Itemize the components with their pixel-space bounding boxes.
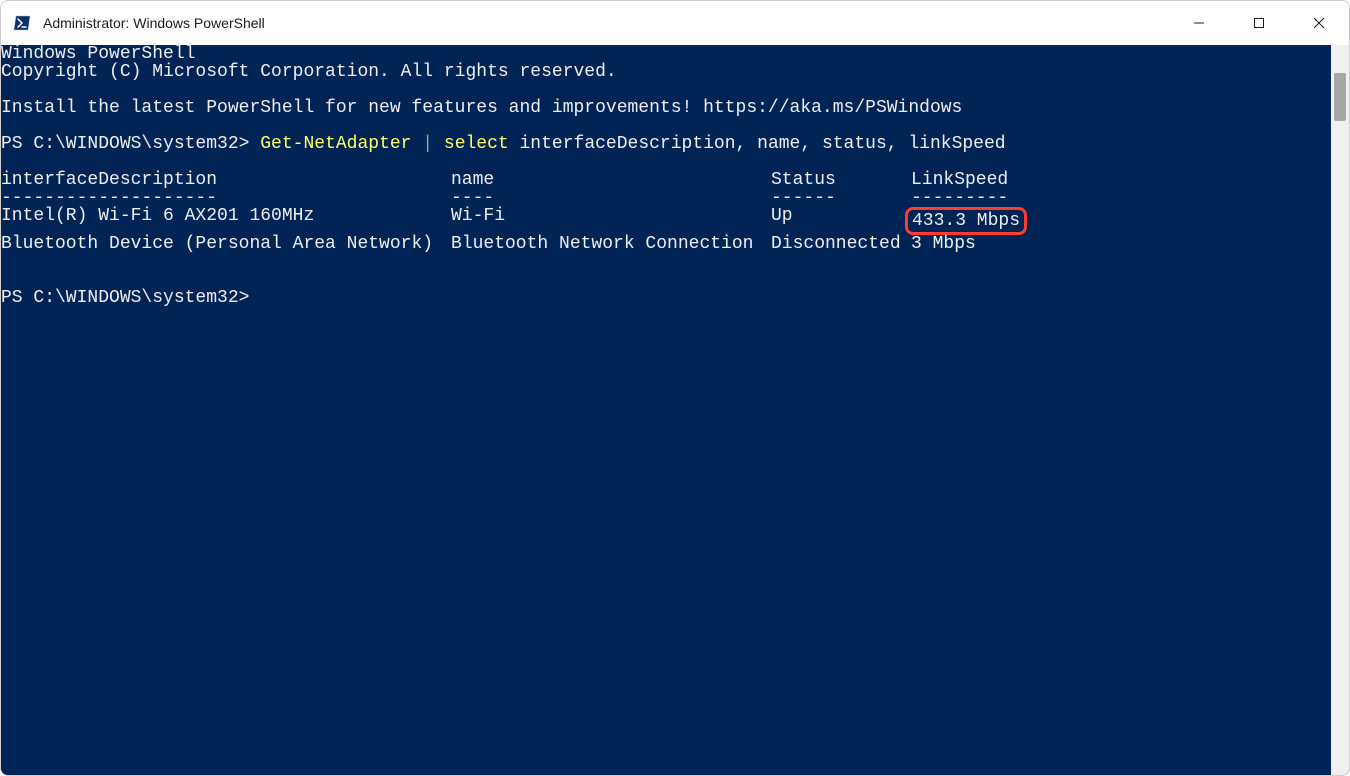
minimize-button[interactable] <box>1169 1 1229 45</box>
banner-line: Copyright (C) Microsoft Corporation. All… <box>1 62 617 82</box>
highlighted-linkspeed: 433.3 Mbps <box>905 207 1027 235</box>
prompt: PS C:\WINDOWS\system32> <box>1 288 249 308</box>
cmdlet: select <box>444 134 509 154</box>
col-underline: ---- <box>451 189 771 207</box>
cell-desc: Bluetooth Device (Personal Area Network) <box>1 235 451 253</box>
window-title: Administrator: Windows PowerShell <box>43 15 1169 31</box>
cell-status: Up <box>771 207 911 225</box>
col-header-speed: LinkSpeed <box>911 171 1041 189</box>
cell-name: Wi-Fi <box>451 207 771 225</box>
titlebar[interactable]: Administrator: Windows PowerShell <box>1 1 1349 45</box>
pipe-operator: | <box>411 134 443 154</box>
col-underline: --------- <box>911 189 1041 207</box>
col-header-name: name <box>451 171 771 189</box>
cmd-args: interfaceDescription, name, status, link… <box>509 134 1006 154</box>
window-controls <box>1169 1 1349 45</box>
scrollbar-thumb[interactable] <box>1334 73 1346 121</box>
cell-status: Disconnected <box>771 235 911 253</box>
powershell-icon <box>13 14 31 32</box>
terminal-area: Windows PowerShell Copyright (C) Microso… <box>1 45 1349 775</box>
col-underline: -------------------- <box>1 189 451 207</box>
powershell-window: Administrator: Windows PowerShell Window… <box>0 0 1350 776</box>
col-underline: ------ <box>771 189 911 207</box>
col-header-desc: interfaceDescription <box>1 171 451 189</box>
cell-name: Bluetooth Network Connection <box>451 235 771 253</box>
col-header-status: Status <box>771 171 911 189</box>
terminal[interactable]: Windows PowerShell Copyright (C) Microso… <box>1 45 1331 775</box>
prompt: PS C:\WINDOWS\system32> <box>1 134 260 154</box>
cell-speed: 433.3 Mbps <box>911 207 1041 235</box>
maximize-button[interactable] <box>1229 1 1289 45</box>
install-message: Install the latest PowerShell for new fe… <box>1 98 962 118</box>
scrollbar[interactable] <box>1331 45 1349 775</box>
cell-desc: Intel(R) Wi-Fi 6 AX201 160MHz <box>1 207 451 225</box>
close-button[interactable] <box>1289 1 1349 45</box>
cell-speed: 3 Mbps <box>911 235 1041 253</box>
cmdlet: Get-NetAdapter <box>260 134 411 154</box>
